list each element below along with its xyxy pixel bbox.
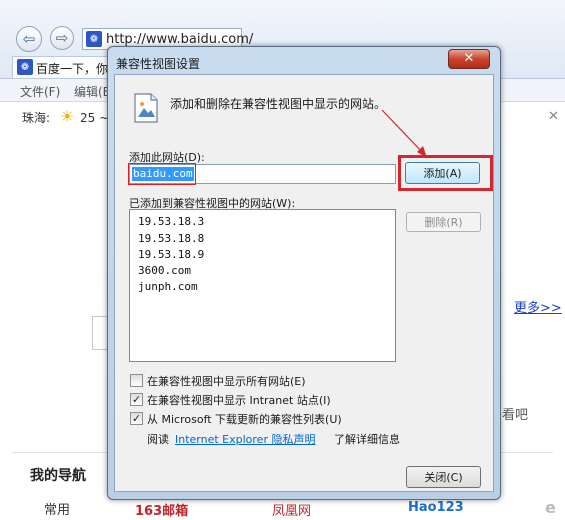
sun-icon: ☀ xyxy=(60,107,75,126)
back-arrow-icon: ⇦ xyxy=(22,30,36,48)
baidu-favicon-icon: ❁ xyxy=(86,31,102,47)
forward-button[interactable]: ⇨ xyxy=(50,26,74,50)
tab-favicon-icon: ❁ xyxy=(17,59,33,75)
download-list-checkbox[interactable]: ✓ xyxy=(130,412,143,425)
list-item[interactable]: 3600.com xyxy=(138,264,191,277)
list-item[interactable]: junph.com xyxy=(138,280,198,293)
forward-arrow-icon: ⇨ xyxy=(55,29,69,47)
show-all-sites-checkbox[interactable] xyxy=(130,374,143,387)
ie-logo-icon: e xyxy=(545,498,556,517)
highlight-box-input xyxy=(128,163,196,185)
weather-city: 珠海: xyxy=(22,111,51,125)
read-prefix: 阅读 xyxy=(147,433,169,446)
document-image-icon xyxy=(134,93,158,123)
back-button[interactable]: ⇦ xyxy=(16,26,42,52)
site-163[interactable]: 163邮箱 xyxy=(135,500,188,519)
my-nav-heading: 我的导航 xyxy=(30,468,86,484)
delete-button[interactable]: 删除(R) xyxy=(406,212,481,232)
download-list-label: 从 Microsoft 下载更新的兼容性列表(U) xyxy=(147,413,342,426)
dialog-title: 兼容性视图设置 xyxy=(116,57,201,71)
intranet-label: 在兼容性视图中显示 Intranet 站点(I) xyxy=(147,394,331,407)
list-item[interactable]: 19.53.18.3 xyxy=(138,215,204,228)
privacy-link[interactable]: Internet Explorer 隐私声明 xyxy=(175,431,315,447)
url-text: http://www.baidu.com/ xyxy=(106,32,254,47)
dialog-intro: 添加和删除在兼容性视图中显示的网站。 xyxy=(170,97,387,111)
site-ifeng[interactable]: 凤凰网 xyxy=(272,500,311,519)
intranet-checkbox[interactable]: ✓ xyxy=(130,393,143,406)
more-link[interactable]: 更多>> xyxy=(514,297,562,316)
highlight-box-add xyxy=(398,155,493,191)
side-text: 看吧 xyxy=(502,408,529,423)
list-item[interactable]: 19.53.18.8 xyxy=(138,232,204,245)
common-label: 常用 xyxy=(44,503,71,518)
read-suffix: 了解详细信息 xyxy=(334,433,400,446)
site-hao123[interactable]: Hao123 xyxy=(408,500,464,515)
weather-temp: 25 ~ xyxy=(80,111,110,125)
dialog-close-button[interactable]: ✕ xyxy=(448,49,490,69)
close-button[interactable]: 关闭(C) xyxy=(406,466,481,488)
list-item[interactable]: 19.53.18.9 xyxy=(138,248,204,261)
close-icon[interactable]: ✕ xyxy=(548,109,559,124)
tab-title: 百度一下，你 xyxy=(36,62,109,76)
menu-file[interactable]: 文件(F) xyxy=(20,83,60,100)
show-all-sites-label: 在兼容性视图中显示所有网站(E) xyxy=(147,375,306,388)
close-icon: ✕ xyxy=(463,51,475,66)
annotation-arrow-icon xyxy=(381,109,427,158)
